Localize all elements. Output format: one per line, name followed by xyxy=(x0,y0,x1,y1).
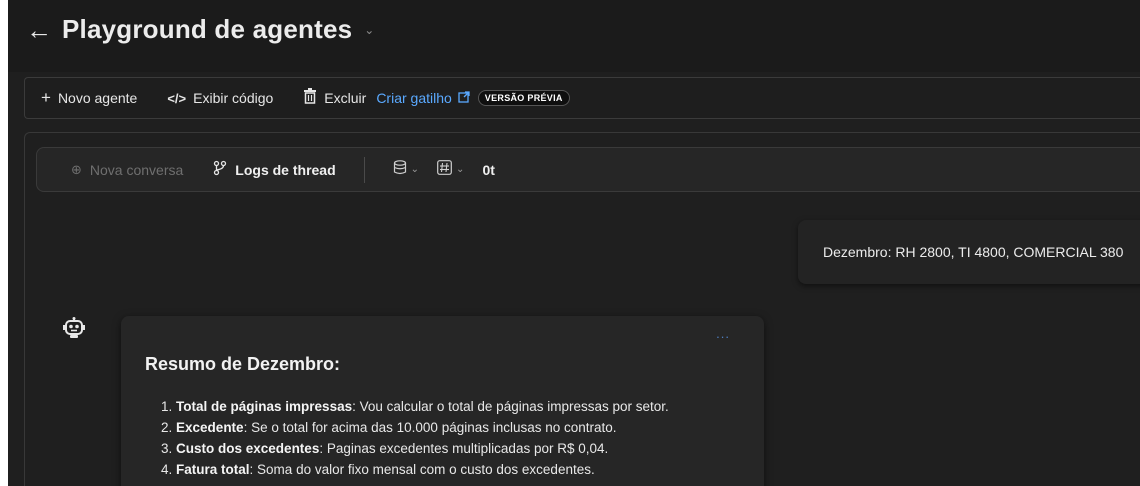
plus-icon: + xyxy=(41,88,51,107)
playground-page: ← Playground de agentes ⌄ + Novo agente … xyxy=(0,0,1140,486)
bot-message-heading: Resumo de Dezembro: xyxy=(145,354,341,374)
bot-message-card: ... Resumo de Dezembro: 1. Total de pági… xyxy=(121,316,764,486)
bot-message-list: 1. Total de páginas impressas: Vou calcu… xyxy=(161,396,669,480)
new-conversation-button[interactable]: ⊕ Nova conversa xyxy=(71,162,183,178)
page-header: ← Playground de agentes ⌄ xyxy=(8,0,1140,72)
robot-icon xyxy=(62,316,86,340)
database-icon xyxy=(393,160,407,179)
thread-logs-label: Logs de thread xyxy=(235,161,336,178)
new-conversation-label: Nova conversa xyxy=(89,161,184,178)
chevron-down-icon: ⌄ xyxy=(456,164,465,175)
thread-toolbar: ⊕ Nova conversa Logs de thread ⌄ ⌄ 0t xyxy=(36,147,1140,192)
list-item: 3. Custo dos excedentes: Paginas exceden… xyxy=(161,441,609,456)
new-agent-button[interactable]: + Novo agente xyxy=(41,88,137,108)
code-icon: </> xyxy=(167,90,187,106)
page-title[interactable]: Playground de agentes xyxy=(62,14,352,45)
external-link-icon xyxy=(458,90,470,106)
list-item: 2. Excedente: Se o total for acima das 1… xyxy=(161,420,617,435)
view-code-label: Exibir código xyxy=(193,90,274,106)
token-dropdown[interactable]: ⌄ xyxy=(437,160,464,179)
hash-icon xyxy=(437,160,452,179)
branch-icon xyxy=(213,160,227,179)
create-trigger-label: Criar gatilho xyxy=(376,90,452,106)
delete-button[interactable]: Excluir xyxy=(303,87,367,109)
token-count: 0t xyxy=(482,161,495,178)
chevron-down-icon: ⌄ xyxy=(410,164,420,175)
toolbar-divider xyxy=(363,156,365,183)
agent-toolbar: + Novo agente </> Exibir código Excluir … xyxy=(24,77,1140,119)
user-message-bubble: Dezembro: RH 2800, TI 4800, COMERCIAL 38… xyxy=(798,220,1140,284)
preview-badge: VERSÃO PRÉVIA xyxy=(477,90,570,106)
list-item: 1. Total de páginas impressas: Vou calcu… xyxy=(161,399,669,414)
chevron-down-icon[interactable]: ⌄ xyxy=(364,23,374,37)
title-row: ← Playground de agentes ⌄ xyxy=(26,14,374,45)
plus-circle-icon: ⊕ xyxy=(71,161,82,177)
database-dropdown[interactable]: ⌄ xyxy=(393,160,419,179)
thread-logs-button[interactable]: Logs de thread xyxy=(213,160,336,179)
left-edge-strip xyxy=(0,0,8,486)
list-item: 4. Fatura total: Soma do valor fixo mens… xyxy=(161,462,595,477)
user-message-text: Dezembro: RH 2800, TI 4800, COMERCIAL 38… xyxy=(823,244,1124,260)
view-code-button[interactable]: </> Exibir código xyxy=(167,90,273,106)
more-options-button[interactable]: ... xyxy=(716,326,730,341)
trash-icon xyxy=(303,87,317,109)
new-agent-label: Novo agente xyxy=(57,90,138,106)
arrow-left-icon[interactable]: ← xyxy=(26,17,52,43)
delete-label: Excluir xyxy=(324,90,367,106)
create-trigger-link[interactable]: Criar gatilho VERSÃO PRÉVIA xyxy=(376,90,570,106)
